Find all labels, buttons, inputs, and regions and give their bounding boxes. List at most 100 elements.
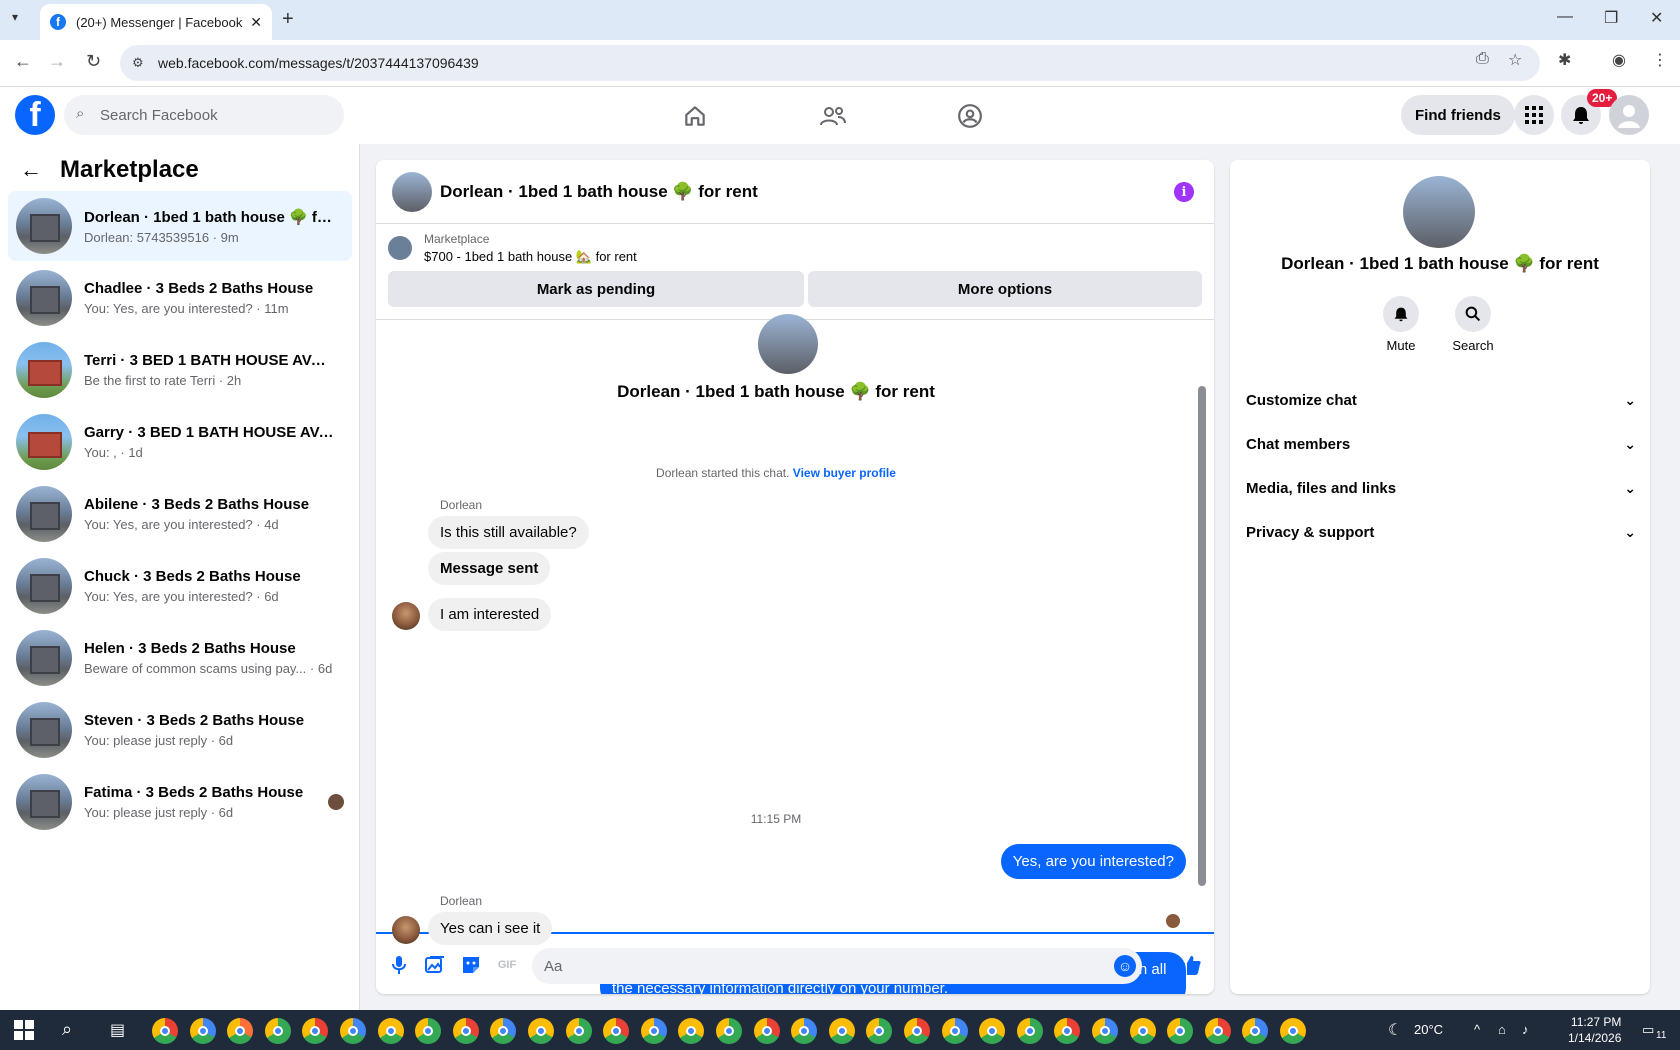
browser-tab-messenger[interactable]: f (20+) Messenger | Facebook ✕ bbox=[40, 4, 272, 40]
listing-price[interactable]: $700 - 1bed 1 bath house 🏡 for rent bbox=[424, 249, 637, 265]
conversation-item[interactable]: Abilene · 3 Beds 2 Baths House You: Yes, … bbox=[8, 479, 352, 549]
sender-avatar[interactable] bbox=[392, 602, 420, 630]
minimize-icon[interactable]: — bbox=[1557, 8, 1573, 26]
listing-thumb[interactable] bbox=[388, 236, 412, 260]
taskbar-browser-icon[interactable] bbox=[753, 1018, 780, 1044]
taskbar-browser-icon[interactable] bbox=[1092, 1018, 1118, 1044]
thread-scrollbar[interactable] bbox=[1198, 386, 1206, 886]
taskbar-search-icon[interactable]: ⌕ bbox=[62, 1019, 72, 1040]
incoming-message[interactable]: I am interested bbox=[428, 598, 552, 631]
taskbar-browser-icon[interactable] bbox=[264, 1018, 291, 1044]
taskbar-browser-icon[interactable] bbox=[1167, 1018, 1194, 1044]
taskbar-browser-icon[interactable] bbox=[189, 1018, 216, 1044]
conversation-item[interactable]: Dorlean · 1bed 1 bath house 🌳 for rent Do… bbox=[8, 191, 352, 261]
photo-icon[interactable] bbox=[424, 954, 446, 976]
customize-chat-row[interactable]: Customize chat ⌄ bbox=[1246, 380, 1636, 420]
new-tab-button[interactable]: + bbox=[282, 8, 294, 31]
bookmark-star-icon[interactable]: ☆ bbox=[1508, 50, 1522, 70]
back-icon[interactable]: ← bbox=[14, 51, 32, 72]
conversation-item[interactable]: Garry · 3 BED 1 BATH HOUSE AVAILABLE You:… bbox=[8, 407, 352, 477]
taskbar-browser-icon[interactable] bbox=[565, 1018, 592, 1044]
taskbar-browser-icon[interactable] bbox=[490, 1018, 517, 1044]
network-icon[interactable]: ⌂ bbox=[1498, 1022, 1506, 1037]
restore-icon[interactable]: ❐ bbox=[1604, 8, 1618, 28]
windows-start-icon[interactable] bbox=[14, 1020, 34, 1040]
taskbar-clock[interactable]: 11:27 PM 1/14/2026 bbox=[1568, 1014, 1621, 1046]
gif-icon[interactable]: GIF bbox=[496, 954, 518, 976]
forward-icon[interactable]: → bbox=[48, 51, 66, 72]
taskbar-browser-icon[interactable] bbox=[452, 1018, 479, 1044]
info-avatar[interactable] bbox=[1403, 176, 1475, 248]
profile-icon[interactable]: ◉ bbox=[1612, 50, 1626, 70]
conversation-item[interactable]: Steven · 3 Beds 2 Baths House You: please… bbox=[8, 695, 352, 765]
taskbar-browser-icon[interactable] bbox=[640, 1018, 667, 1044]
taskbar-browser-icon[interactable] bbox=[227, 1018, 254, 1044]
reload-icon[interactable]: ↻ bbox=[86, 51, 101, 72]
window-close-icon[interactable]: ✕ bbox=[1650, 8, 1663, 28]
extensions-icon[interactable]: ✱ bbox=[1558, 50, 1571, 70]
search-action[interactable]: Search bbox=[1443, 296, 1503, 353]
info-icon[interactable]: i bbox=[1174, 182, 1194, 202]
taskbar-browser-icon[interactable] bbox=[1280, 1018, 1306, 1044]
taskbar-browser-icon[interactable] bbox=[716, 1018, 742, 1044]
action-center-icon[interactable]: ▭ bbox=[1642, 1022, 1654, 1038]
taskbar-browser-icon[interactable] bbox=[152, 1018, 178, 1044]
taskbar-browser-icon[interactable] bbox=[904, 1018, 930, 1044]
message-input[interactable]: Aa ☺ bbox=[532, 948, 1142, 984]
taskbar-browser-icon[interactable] bbox=[302, 1018, 329, 1044]
account-avatar[interactable] bbox=[1609, 95, 1649, 135]
menu-grid-icon[interactable] bbox=[1514, 95, 1554, 135]
weather-temp[interactable]: 20°C bbox=[1414, 1022, 1443, 1037]
site-info-icon[interactable]: ⚙ bbox=[132, 55, 144, 71]
taskbar-browser-icon[interactable] bbox=[1204, 1018, 1231, 1044]
url-bar[interactable]: ⚙ web.facebook.com/messages/t/2037444137… bbox=[120, 45, 1540, 81]
sticker-icon[interactable] bbox=[460, 954, 482, 976]
taskbar-browser-icon[interactable] bbox=[979, 1018, 1006, 1044]
tray-chevron-icon[interactable]: ^ bbox=[1474, 1022, 1480, 1037]
view-buyer-profile-link[interactable]: View buyer profile bbox=[793, 466, 896, 480]
mute-action[interactable]: Mute bbox=[1371, 296, 1431, 353]
incoming-message[interactable]: Message sent bbox=[428, 552, 551, 585]
conversation-item[interactable]: Helen · 3 Beds 2 Baths House Beware of co… bbox=[8, 623, 352, 693]
taskbar-browser-icon[interactable] bbox=[828, 1018, 855, 1044]
taskbar-browser-icon[interactable] bbox=[678, 1018, 705, 1044]
conversation-item[interactable]: Chadlee · 3 Beds 2 Baths House You: Yes, … bbox=[8, 263, 352, 333]
browser-menu-icon[interactable]: ⋮ bbox=[1652, 50, 1668, 70]
taskbar-browser-icon[interactable] bbox=[528, 1018, 554, 1044]
more-options-button[interactable]: More options bbox=[808, 271, 1202, 307]
task-view-icon[interactable]: ▤ bbox=[110, 1020, 125, 1040]
find-friends-button[interactable]: Find friends bbox=[1401, 95, 1515, 135]
home-nav-icon[interactable] bbox=[680, 101, 710, 131]
taskbar-browser-icon[interactable] bbox=[941, 1018, 968, 1044]
privacy-support-row[interactable]: Privacy & support ⌄ bbox=[1246, 512, 1636, 552]
taskbar-browser-icon[interactable] bbox=[415, 1018, 442, 1044]
chat-title[interactable]: Dorlean · 1bed 1 bath house 🌳 for rent bbox=[440, 182, 758, 202]
emoji-icon[interactable]: ☺ bbox=[1114, 955, 1136, 977]
chat-avatar[interactable] bbox=[392, 171, 432, 212]
taskbar-browser-icon[interactable] bbox=[1129, 1018, 1156, 1044]
volume-icon[interactable]: ♪ bbox=[1522, 1022, 1529, 1037]
media-files-links-row[interactable]: Media, files and links ⌄ bbox=[1246, 468, 1636, 508]
tab-search-icon[interactable]: ▾ bbox=[12, 10, 18, 24]
facebook-search-input[interactable]: ⌕ Search Facebook bbox=[64, 95, 344, 135]
mark-as-pending-button[interactable]: Mark as pending bbox=[388, 271, 804, 307]
back-arrow-icon[interactable]: ← bbox=[20, 157, 42, 183]
taskbar-browser-icon[interactable] bbox=[603, 1018, 630, 1044]
incoming-message[interactable]: Is this still available? bbox=[428, 516, 589, 549]
chat-members-row[interactable]: Chat members ⌄ bbox=[1246, 424, 1636, 464]
taskbar-browser-icon[interactable] bbox=[1242, 1018, 1269, 1044]
taskbar-browser-icon[interactable] bbox=[866, 1018, 893, 1044]
taskbar-browser-icon[interactable] bbox=[1016, 1018, 1043, 1044]
taskbar-browser-icon[interactable] bbox=[791, 1018, 818, 1044]
conversation-item[interactable]: Fatima · 3 Beds 2 Baths House You: please… bbox=[8, 767, 352, 837]
install-app-icon[interactable]: ⎙ bbox=[1476, 50, 1489, 68]
taskbar-browser-icon[interactable] bbox=[340, 1018, 366, 1044]
friends-nav-icon[interactable] bbox=[818, 101, 848, 131]
taskbar-browser-icon[interactable] bbox=[1054, 1018, 1081, 1044]
conversation-item[interactable]: Chuck · 3 Beds 2 Baths House You: Yes, ar… bbox=[8, 551, 352, 621]
tab-close-icon[interactable]: ✕ bbox=[250, 14, 262, 31]
taskbar-browser-icon[interactable] bbox=[377, 1018, 404, 1044]
facebook-logo[interactable]: f bbox=[15, 95, 55, 135]
outgoing-message[interactable]: Yes, are you interested? bbox=[1000, 844, 1186, 879]
microphone-icon[interactable] bbox=[388, 954, 410, 976]
